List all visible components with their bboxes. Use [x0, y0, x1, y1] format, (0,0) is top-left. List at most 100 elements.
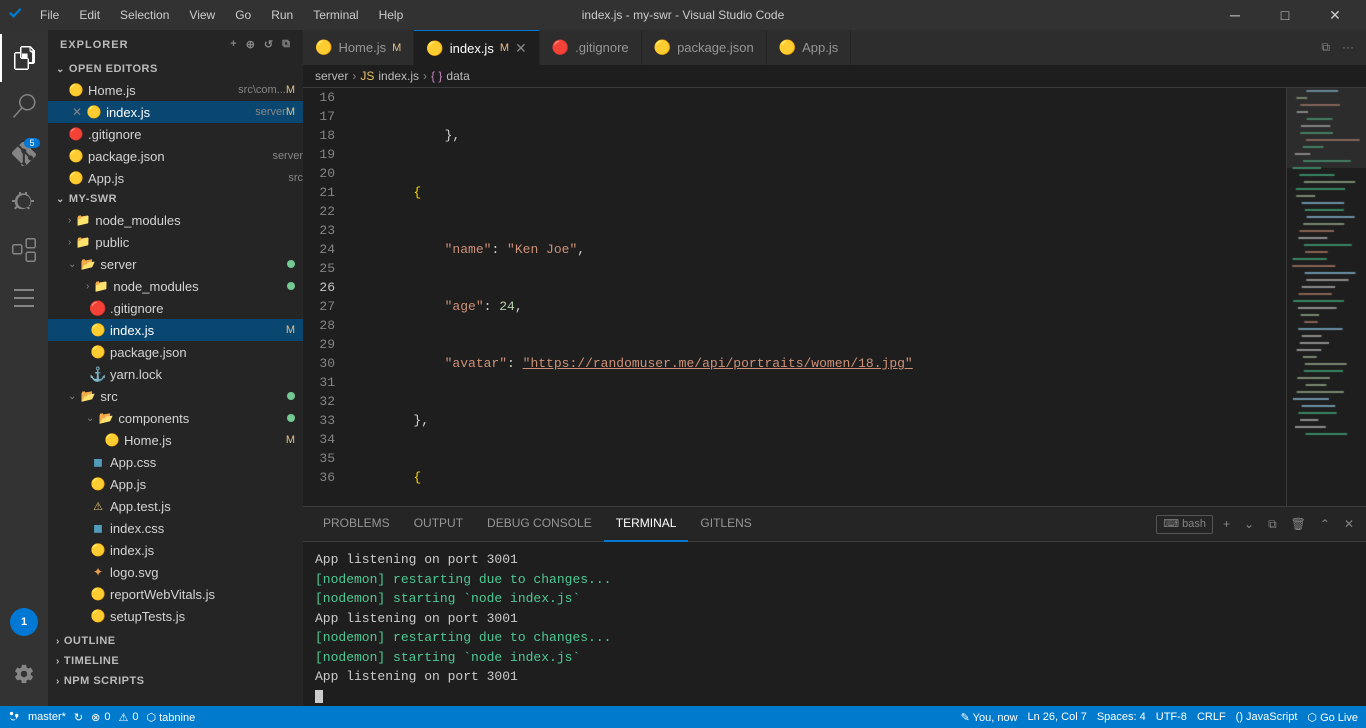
server-package-json[interactable]: 🟡 package.json	[48, 341, 303, 363]
timeline-header[interactable]: › TIMELINE	[48, 651, 303, 671]
line-ending[interactable]: CRLF	[1197, 711, 1226, 723]
src-app-js[interactable]: 🟡 App.js	[48, 473, 303, 495]
refresh-icon[interactable]: ↺	[264, 38, 274, 51]
panel-tab-terminal[interactable]: TERMINAL	[604, 507, 689, 542]
panel-tab-problems[interactable]: PROBLEMS	[311, 507, 402, 542]
src-index-js[interactable]: 🟡 index.js	[48, 539, 303, 561]
terminal-close-icon[interactable]: ✕	[1340, 515, 1358, 534]
split-editor-icon[interactable]: ⧉	[1317, 38, 1334, 57]
server-index-js[interactable]: 🟡 index.js M	[48, 319, 303, 341]
statusbar-branch[interactable]: master*	[8, 710, 66, 724]
src-app-css[interactable]: ◼ App.css	[48, 451, 303, 473]
encoding[interactable]: UTF-8	[1156, 711, 1187, 723]
server-folder[interactable]: ⌄ 📂 server	[48, 253, 303, 275]
home-js-name: Home.js	[88, 83, 234, 98]
new-folder-icon[interactable]: ⊕	[246, 38, 256, 51]
line-num-22: 22	[311, 202, 335, 221]
menu-help[interactable]: Help	[371, 4, 412, 26]
src-setup[interactable]: 🟡 setupTests.js	[48, 605, 303, 627]
server-yarn-lock[interactable]: ⚓ yarn.lock	[48, 363, 303, 385]
close-index-icon[interactable]: ✕	[72, 105, 82, 119]
panel-tab-output[interactable]: OUTPUT	[402, 507, 475, 542]
src-folder[interactable]: ⌄ 📂 src	[48, 385, 303, 407]
tab-index-close[interactable]: ✕	[515, 40, 527, 57]
activity-settings[interactable]	[0, 650, 48, 698]
server-node-modules[interactable]: › 📁 node_modules	[48, 275, 303, 297]
breadcrumb-index[interactable]: JS index.js	[360, 69, 419, 83]
breadcrumb-server[interactable]: server	[315, 69, 348, 83]
open-editor-app[interactable]: 🟡 App.js src	[48, 167, 303, 189]
tab-index-js[interactable]: 🟡 index.js M ✕	[414, 30, 539, 65]
open-editors-label: OPEN EDITORS	[69, 63, 158, 75]
activity-remote[interactable]	[0, 274, 48, 322]
components-home-js[interactable]: 🟡 Home.js M	[48, 429, 303, 451]
src-logo-svg[interactable]: ✦ logo.svg	[48, 561, 303, 583]
tab-gitignore[interactable]: 🔴 .gitignore	[540, 30, 642, 65]
menu-terminal[interactable]: Terminal	[305, 4, 366, 26]
code-content[interactable]: }, { "name": "Ken Joe", "age": 24, "avat…	[343, 88, 1286, 506]
tab-package-json[interactable]: 🟡 package.json	[642, 30, 767, 65]
terminal-shell-icon[interactable]: ⌨ bash	[1156, 515, 1213, 534]
language[interactable]: () JavaScript	[1236, 711, 1298, 723]
spaces[interactable]: Spaces: 4	[1097, 711, 1146, 723]
open-editor-index[interactable]: ✕ 🟡 index.js server M	[48, 101, 303, 123]
sync-icon[interactable]: ↻	[74, 711, 83, 724]
activity-explorer[interactable]	[0, 34, 48, 82]
tab-app-label: App.js	[802, 40, 838, 55]
open-editor-home[interactable]: 🟡 Home.js src\com... M	[48, 79, 303, 101]
server-gitignore[interactable]: 🔴 .gitignore	[48, 297, 303, 319]
minimize-button[interactable]: ─	[1212, 0, 1258, 30]
tab-app-icon: 🟡	[779, 39, 796, 56]
src-app-test[interactable]: ⚠ App.test.js	[48, 495, 303, 517]
project-header[interactable]: ⌄ MY-SWR	[48, 189, 303, 209]
outline-header[interactable]: › OUTLINE	[48, 631, 303, 651]
activitybar-bottom: 1	[0, 598, 48, 698]
menu-go[interactable]: Go	[227, 4, 259, 26]
tab-home-icon: 🟡	[315, 39, 332, 56]
terminal-content[interactable]: App listening on port 3001 [nodemon] res…	[303, 542, 1366, 706]
menu-file[interactable]: File	[32, 4, 67, 26]
npm-scripts-header[interactable]: › NPM SCRIPTS	[48, 671, 303, 691]
components-folder[interactable]: ⌄ 📂 components	[48, 407, 303, 429]
node-modules-root[interactable]: › 📁 node_modules	[48, 209, 303, 231]
activity-account[interactable]: 1	[0, 598, 48, 646]
terminal-max-icon[interactable]: ⌃	[1316, 515, 1334, 534]
git-annotation-status[interactable]: ✎ You, now	[961, 711, 1018, 724]
panel-tab-debug[interactable]: DEBUG CONSOLE	[475, 507, 604, 542]
terminal-more-icon[interactable]: ⌄	[1240, 515, 1258, 534]
tabnine-badge[interactable]: ⬡ tabnine	[146, 711, 195, 724]
open-editor-package[interactable]: 🟡 package.json server	[48, 145, 303, 167]
src-report[interactable]: 🟡 reportWebVitals.js	[48, 583, 303, 605]
user-avatar[interactable]: 1	[10, 608, 38, 636]
public-folder[interactable]: › 📁 public	[48, 231, 303, 253]
panel-tab-gitlens[interactable]: GITLENS	[688, 507, 763, 542]
activity-extensions[interactable]	[0, 226, 48, 274]
terminal-split-icon[interactable]: +	[1219, 515, 1234, 534]
collapse-icon[interactable]: ⧉	[282, 38, 291, 51]
activity-search[interactable]	[0, 82, 48, 130]
maximize-button[interactable]: □	[1262, 0, 1308, 30]
tab-home-js[interactable]: 🟡 Home.js M	[303, 30, 414, 65]
open-editor-gitignore[interactable]: 🔴 .gitignore	[48, 123, 303, 145]
breadcrumb-data[interactable]: { } data	[431, 69, 470, 83]
server-pkg-name: package.json	[110, 345, 303, 360]
menu-run[interactable]: Run	[263, 4, 301, 26]
terminal-trash-icon[interactable]: 🗑	[1287, 515, 1310, 534]
activity-git[interactable]: 5	[0, 130, 48, 178]
src-folder-icon: 📂	[80, 388, 96, 404]
activity-debug[interactable]	[0, 178, 48, 226]
more-actions-icon[interactable]: ···	[1338, 38, 1358, 57]
open-editors-header[interactable]: ⌄ OPEN EDITORS	[48, 59, 303, 79]
tab-app-js[interactable]: 🟡 App.js	[767, 30, 852, 65]
menu-edit[interactable]: Edit	[71, 4, 108, 26]
src-index-css[interactable]: ◼ index.css	[48, 517, 303, 539]
terminal-split-view-icon[interactable]: ⧉	[1264, 515, 1281, 534]
new-file-icon[interactable]: +	[230, 38, 237, 51]
menu-view[interactable]: View	[181, 4, 223, 26]
go-live[interactable]: ⬡ Go Live	[1307, 711, 1358, 724]
code-view[interactable]: 16 17 18 19 20 21 22 23 24 25 26 27 28 2…	[303, 88, 1366, 506]
cursor-position[interactable]: Ln 26, Col 7	[1028, 711, 1087, 723]
close-button[interactable]: ✕	[1312, 0, 1358, 30]
statusbar-errors[interactable]: ⊗ 0 ⚠ 0	[91, 711, 138, 724]
menu-selection[interactable]: Selection	[112, 4, 177, 26]
